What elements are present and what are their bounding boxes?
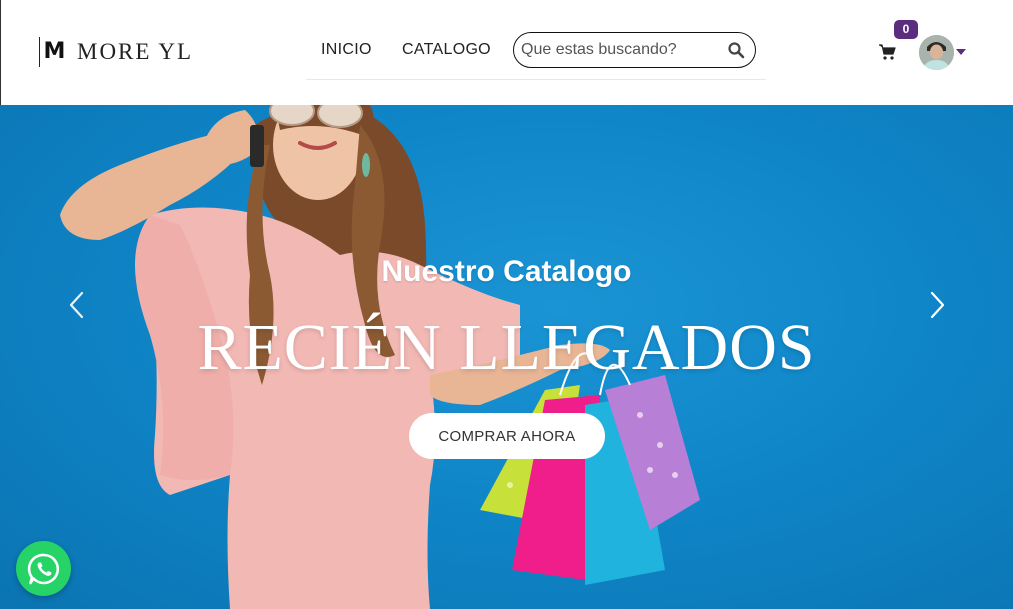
whatsapp-icon [27,553,59,584]
chevron-left-icon[interactable] [65,290,89,320]
site-header: M MORE YL INICIO CATALOGO 0 [0,0,1013,105]
brand-logo[interactable]: M MORE YL [39,37,193,67]
hero-title: RECIÉN LLEGADOS [197,311,816,384]
cart-count-badge: 0 [894,20,918,39]
chevron-right-icon[interactable] [925,290,949,320]
search-input[interactable] [521,39,721,61]
nav-item-inicio[interactable]: INICIO [321,41,372,59]
caret-down-icon[interactable] [956,49,966,55]
nav-item-catalogo[interactable]: CATALOGO [402,41,491,59]
whatsapp-button[interactable] [16,541,71,596]
search-box [513,32,756,68]
shopping-cart-icon[interactable] [878,43,896,61]
shop-now-button[interactable]: COMPRAR AHORA [409,413,605,459]
hero-banner: Nuestro Catalogo RECIÉN LLEGADOS COMPRAR… [0,105,1013,609]
search-icon[interactable] [727,41,745,59]
logo-mark: M [39,37,69,67]
hero-subtitle: Nuestro Catalogo [381,255,632,288]
user-avatar[interactable] [919,35,954,70]
brand-name: MORE YL [77,39,194,64]
